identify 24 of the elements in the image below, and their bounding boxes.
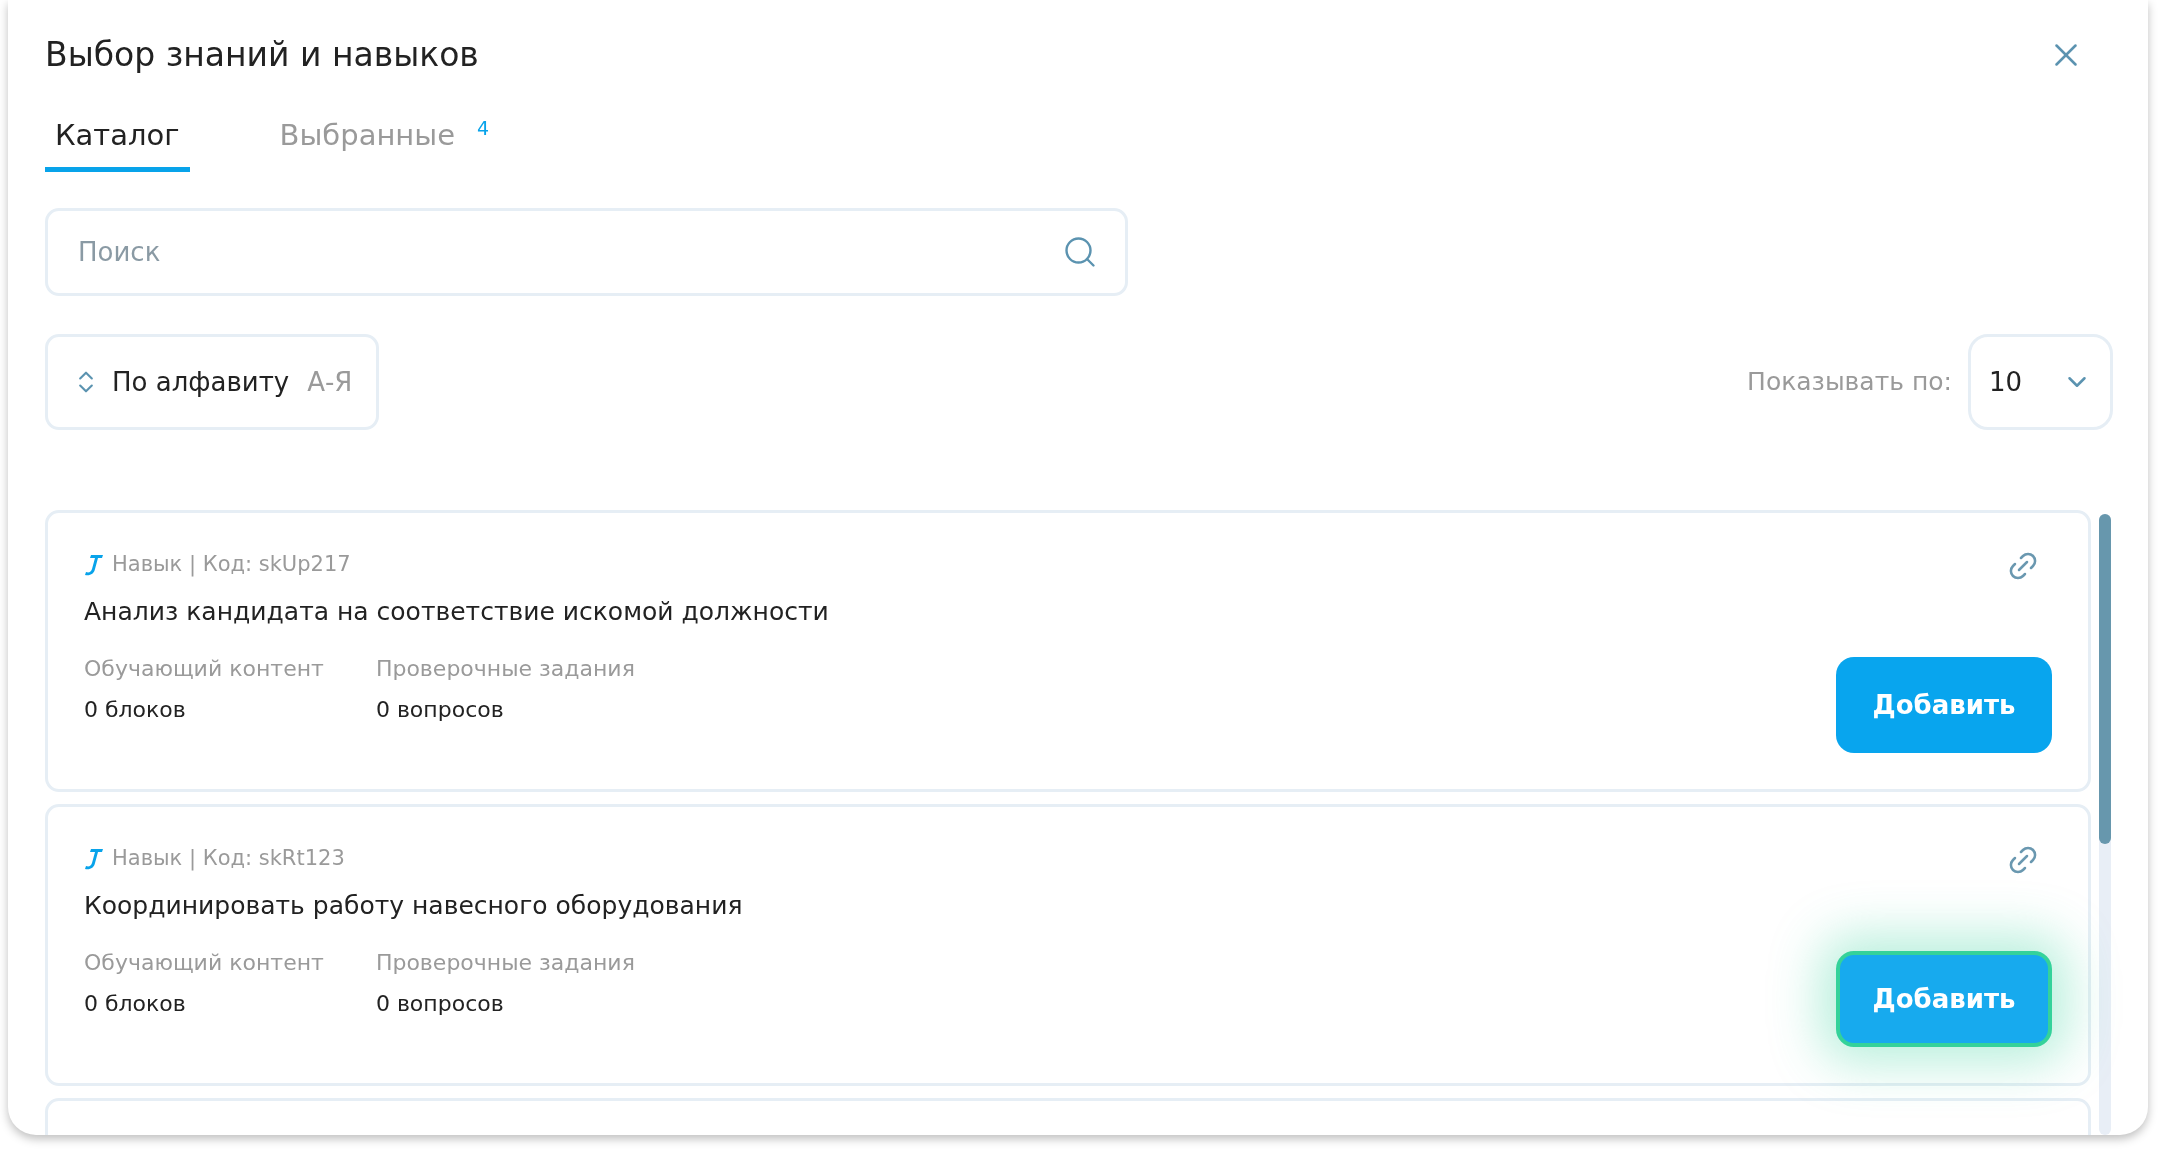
page-size-label: Показывать по: (1747, 366, 1952, 399)
skill-name: Анализ кандидата на соответствие искомой должности (84, 595, 830, 628)
scrollbar[interactable] (2099, 514, 2111, 1135)
count-label: 4 (477, 117, 490, 139)
content-value: 0 блоков (84, 696, 187, 724)
tasks-label: Проверочные задания (375, 655, 635, 683)
skill-meta: Навык | Код: skUp217 (112, 551, 351, 579)
tasks-label: Проверочные задания (375, 949, 635, 977)
tasks-value: 0 вопросов (375, 696, 505, 724)
skill-logo-icon (84, 552, 104, 577)
content-value: 0 блоков (84, 990, 187, 1018)
tasks-value: 0 вопросов (375, 990, 505, 1018)
skill-meta: Навык | Код: skRt123 (112, 845, 345, 873)
skill-logo-icon (84, 846, 104, 871)
dialog-title: Выбор знаний и навыков (45, 34, 479, 76)
content-label: Обучающий контент (84, 655, 324, 683)
tab[interactable]: Каталог (45, 113, 190, 172)
sort-button[interactable]: По алфавиту А-Я (45, 334, 380, 430)
scrollbar-thumb[interactable] (2099, 514, 2111, 844)
page-size-select[interactable]: 10 (1968, 334, 2113, 430)
content-label: Обучающий контент (84, 949, 324, 977)
skill-name: Координировать работу навесного оборудования (84, 889, 744, 922)
search-field[interactable]: Поиск (45, 208, 1128, 296)
search-icon (1062, 234, 1098, 270)
